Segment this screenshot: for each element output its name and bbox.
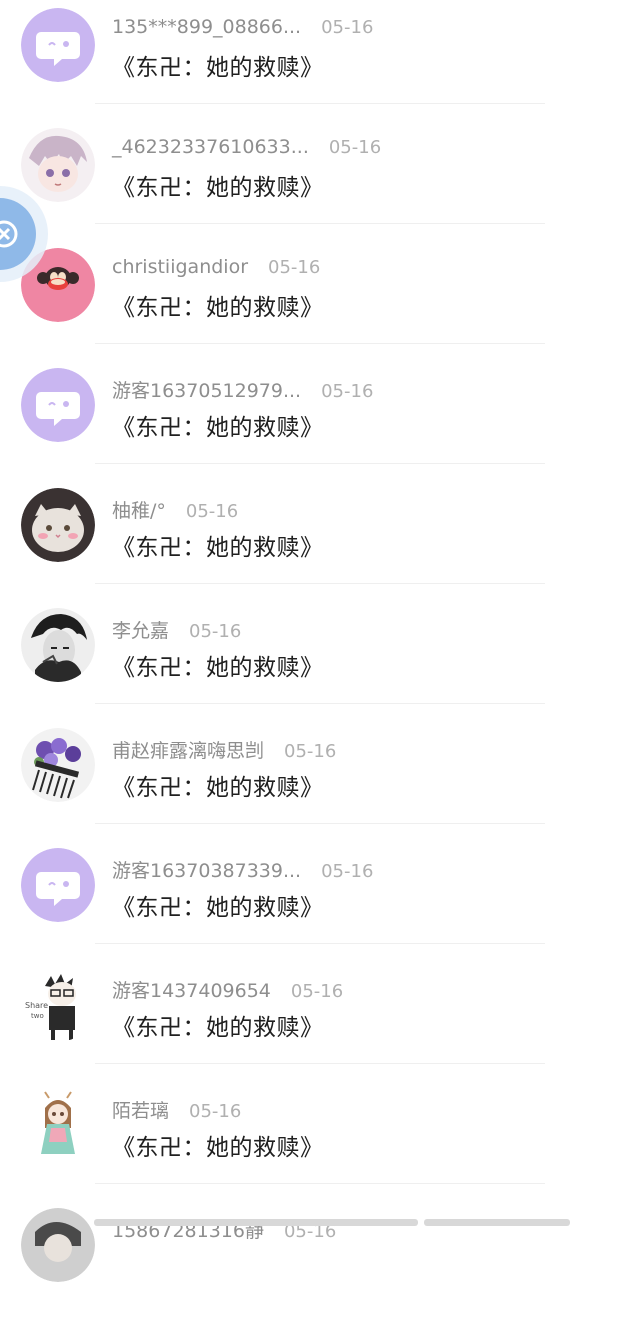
divider (95, 1183, 545, 1184)
comment-date: 05-16 (321, 381, 374, 402)
bottom-action-bar (424, 1219, 570, 1226)
comment-date: 05-16 (321, 17, 374, 38)
list-item[interactable]: Share two 游客1437409654 05-16 《东卍：她的救赎》 (0, 960, 640, 1080)
sketch-portrait-avatar-icon (21, 608, 95, 682)
default-chat-avatar-icon (21, 848, 95, 922)
username[interactable]: 135***899_08866... (112, 16, 301, 38)
comment-text: 《东卍：她的救赎》 (112, 415, 324, 441)
comment-date: 05-16 (189, 1101, 242, 1122)
comment-text: 《东卍：她的救赎》 (112, 1135, 324, 1161)
list-item[interactable]: 陌若璃 05-16 《东卍：她的救赎》 (0, 1080, 640, 1200)
divider (95, 103, 545, 104)
divider (95, 343, 545, 344)
avatar[interactable] (21, 368, 95, 442)
avatar[interactable] (21, 728, 95, 802)
list-item[interactable]: 135***899_08866... 05-16 《东卍：她的救赎》 (0, 0, 640, 120)
floating-close-button[interactable] (0, 185, 48, 283)
username[interactable]: 甫赵痱露漓嗨思剀 (112, 740, 264, 762)
username[interactable]: 游客16370387339... (112, 860, 301, 882)
comment-date: 05-16 (328, 137, 382, 158)
chibi-girl-avatar-icon (21, 1088, 95, 1162)
avatar[interactable] (21, 1208, 95, 1282)
divider (95, 1063, 545, 1064)
comment-date: 05-16 (321, 861, 374, 882)
divider (95, 583, 545, 584)
comment-text: 《东卍：她的救赎》 (112, 895, 324, 921)
username[interactable]: 陌若璃 (112, 1100, 169, 1122)
comment-text: 《东卍：她的救赎》 (112, 655, 324, 681)
username[interactable]: christiigandior (112, 256, 248, 278)
comment-date: 05-16 (284, 741, 337, 762)
bottom-action-bar (94, 1219, 418, 1226)
avatar[interactable] (21, 8, 95, 82)
list-item[interactable]: 甫赵痱露漓嗨思剀 05-16 《东卍：她的救赎》 (0, 720, 640, 840)
divider (95, 463, 545, 464)
username[interactable]: 游客16370512979... (112, 380, 301, 402)
divider (95, 703, 545, 704)
avatar[interactable] (21, 1088, 95, 1162)
list-item[interactable]: 柚稚/° 05-16 《东卍：她的救赎》 (0, 480, 640, 600)
partial-avatar-icon (21, 1208, 95, 1282)
default-chat-avatar-icon (21, 8, 95, 82)
comment-text: 《东卍：她的救赎》 (112, 295, 324, 321)
flower-comb-avatar-icon (21, 728, 95, 802)
comment-date: 05-16 (185, 501, 239, 522)
list-item[interactable]: _46232337610633... 05-16 《东卍：她的救赎》 (0, 120, 640, 240)
divider (95, 943, 545, 944)
list-item[interactable]: christiigandior 05-16 《东卍：她的救赎》 (0, 240, 640, 360)
divider (95, 223, 545, 224)
comment-text: 《东卍：她的救赎》 (112, 775, 324, 801)
comment-text: 《东卍：她的救赎》 (112, 535, 324, 561)
username[interactable]: 柚稚/° (112, 500, 166, 522)
avatar[interactable] (21, 848, 95, 922)
comment-text: 《东卍：她的救赎》 (112, 175, 324, 201)
username[interactable]: 游客1437409654 (112, 980, 271, 1002)
comment-text: 《东卍：她的救赎》 (112, 55, 324, 81)
comment-date: 05-16 (290, 981, 344, 1002)
svg-text:Share: Share (25, 1001, 48, 1010)
avatar[interactable]: Share two (21, 968, 95, 1042)
username[interactable]: 李允嘉 (112, 620, 169, 642)
chibi-boy-avatar-icon: Share two (21, 968, 95, 1042)
list-item[interactable]: 游客16370387339... 05-16 《东卍：她的救赎》 (0, 840, 640, 960)
comment-date: 05-16 (268, 257, 321, 278)
list-item[interactable]: 李允嘉 05-16 《东卍：她的救赎》 (0, 600, 640, 720)
cat-avatar-icon (21, 488, 95, 562)
list-item[interactable]: 15867281316静 05-16 (0, 1200, 640, 1320)
username[interactable]: _46232337610633... (112, 136, 309, 158)
avatar[interactable] (21, 608, 95, 682)
avatar[interactable] (21, 488, 95, 562)
svg-text:two: two (31, 1012, 44, 1020)
default-chat-avatar-icon (21, 368, 95, 442)
comment-text: 《东卍：她的救赎》 (112, 1015, 324, 1041)
comment-date: 05-16 (189, 621, 242, 642)
list-item[interactable]: 游客16370512979... 05-16 《东卍：她的救赎》 (0, 360, 640, 480)
divider (95, 823, 545, 824)
